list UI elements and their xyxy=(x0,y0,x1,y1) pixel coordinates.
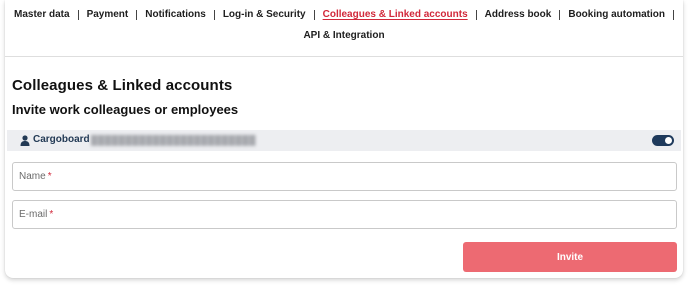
tab-address-book[interactable]: Address book xyxy=(481,9,556,20)
nav-divider xyxy=(559,9,561,20)
nav-divider xyxy=(77,9,79,20)
tab-api-integration[interactable]: API & Integration xyxy=(299,30,388,41)
tab-notifications[interactable]: Notifications xyxy=(141,9,210,20)
settings-nav: Master data Payment Notifications Log-in… xyxy=(5,0,683,57)
linked-account-row: Cargoboard ████████████████████████ xyxy=(7,130,681,151)
account-id-redacted: ████████████████████████ xyxy=(91,135,257,145)
nav-divider xyxy=(136,9,138,20)
account-name: Cargoboard xyxy=(33,134,90,145)
invite-button[interactable]: Invite xyxy=(463,242,677,272)
page-title: Colleagues & Linked accounts xyxy=(12,77,233,94)
nav-row-secondary: API & Integration xyxy=(5,30,683,41)
account-toggle[interactable] xyxy=(652,135,674,146)
person-icon xyxy=(20,135,30,146)
required-mark: * xyxy=(49,209,54,220)
tab-booking-automation[interactable]: Booking automation xyxy=(564,9,669,20)
tab-colleagues-linked-accounts[interactable]: Colleagues & Linked accounts xyxy=(319,9,472,20)
email-field-label: E-mail * xyxy=(19,209,53,220)
nav-divider xyxy=(213,9,215,20)
name-field[interactable]: Name * xyxy=(12,162,677,191)
email-label-text: E-mail xyxy=(19,209,48,220)
settings-card: Master data Payment Notifications Log-in… xyxy=(5,0,683,278)
tab-master-data[interactable]: Master data xyxy=(10,9,74,20)
nav-divider xyxy=(673,9,675,20)
name-field-label: Name * xyxy=(19,171,52,182)
toggle-knob xyxy=(665,137,672,144)
tab-login-security[interactable]: Log-in & Security xyxy=(219,9,310,20)
tab-payment[interactable]: Payment xyxy=(83,9,133,20)
nav-divider xyxy=(475,9,477,20)
name-label-text: Name xyxy=(19,171,46,182)
nav-divider xyxy=(313,9,315,20)
nav-row-main: Master data Payment Notifications Log-in… xyxy=(5,9,683,20)
section-title: Invite work colleagues or employees xyxy=(12,102,239,117)
required-mark: * xyxy=(47,171,52,182)
email-field[interactable]: E-mail * xyxy=(12,200,677,229)
